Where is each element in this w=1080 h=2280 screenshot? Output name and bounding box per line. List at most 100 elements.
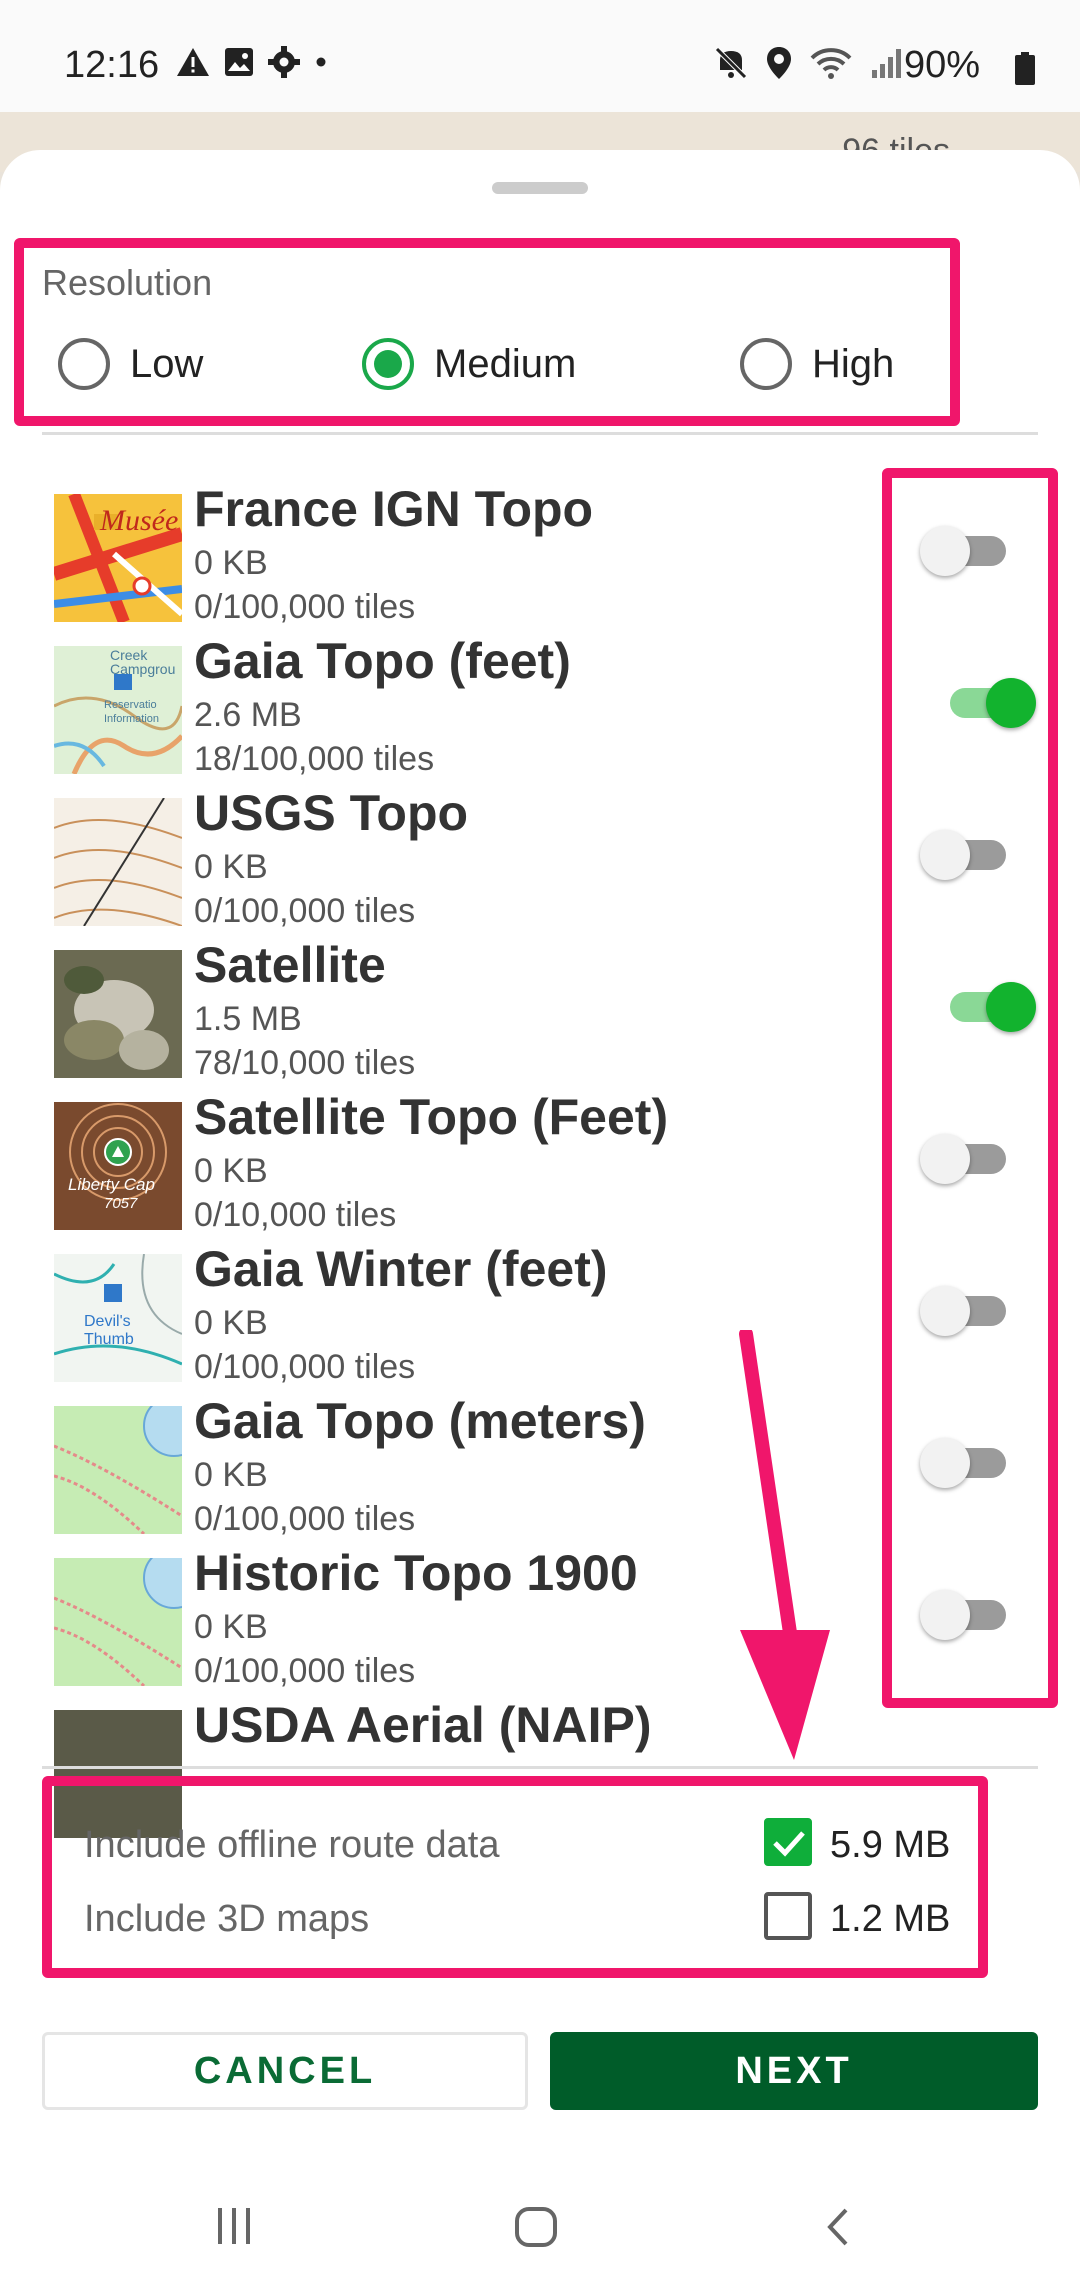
next-button[interactable]: NEXT xyxy=(550,2032,1038,2110)
layer-tiles: 0/100,000 tiles xyxy=(194,1652,416,1690)
thumb-label-elevation: 7057 xyxy=(104,1195,138,1212)
layer-size: 0 KB xyxy=(194,1456,268,1494)
resolution-high-label: High xyxy=(812,341,895,386)
layer-row-gaia-winter-feet: Devil's Thumb Gaia Winter (feet) 0 KB 0/1… xyxy=(0,1240,1080,1392)
layer-row-gaia-topo-meters: Gaia Topo (meters) 0 KB 0/100,000 tiles xyxy=(0,1392,1080,1544)
divider xyxy=(42,432,1038,435)
status-time: 12:16 xyxy=(64,44,160,86)
satellite-thumbnail xyxy=(54,950,182,1078)
layer-toggle-satellite-topo-feet[interactable] xyxy=(920,1128,1020,1188)
back-icon[interactable] xyxy=(822,2206,852,2248)
layer-row-usgs-topo: USGS Topo 0 KB 0/100,000 tiles xyxy=(0,784,1080,936)
usgs-topo-thumbnail xyxy=(54,798,182,926)
gear-icon xyxy=(268,46,300,78)
3d-maps-size: 1.2 MB xyxy=(830,1898,951,1940)
layer-size: 0 KB xyxy=(194,848,268,886)
warning-icon xyxy=(177,48,209,76)
battery-percent: 90% xyxy=(903,44,980,86)
usda-aerial-naip-thumbnail xyxy=(54,1710,182,1838)
layer-list[interactable]: Musée France IGN Topo 0 KB 0/100,000 til… xyxy=(0,480,1080,1870)
toggle-knob xyxy=(920,830,970,880)
layer-name: Historic Topo 1900 xyxy=(194,1545,638,1601)
resolution-low-radio[interactable]: Low xyxy=(58,338,203,390)
screen: 12:16 90% 96 tiles Resolution Low Medium xyxy=(0,0,1080,2280)
status-bar: 12:16 90% xyxy=(0,0,1080,112)
layer-tiles: 78/10,000 tiles xyxy=(194,1044,416,1082)
3d-maps-checkbox[interactable] xyxy=(764,1892,812,1940)
radio-on-icon xyxy=(362,338,414,390)
battery-icon xyxy=(1015,52,1035,85)
toggle-knob xyxy=(920,1438,970,1488)
layer-name: France IGN Topo xyxy=(194,481,594,537)
thumb-label-information: Information xyxy=(104,713,159,725)
checkmark-icon xyxy=(773,1831,805,1857)
layer-tiles: 0/10,000 tiles xyxy=(194,1196,397,1234)
layer-size: 0 KB xyxy=(194,1152,268,1190)
toggle-knob xyxy=(920,1286,970,1336)
gaia-topo-meters-thumbnail xyxy=(54,1406,182,1534)
signal-icon xyxy=(872,49,901,78)
3d-maps-label: Include 3D maps xyxy=(84,1898,370,1940)
offline-route-data-checkbox[interactable] xyxy=(764,1818,812,1866)
thumb-label-campground: Campgrou xyxy=(110,661,175,677)
layer-toggle-historic-topo-1900[interactable] xyxy=(920,1584,1020,1644)
thumb-label-musee: Musée xyxy=(99,504,178,537)
historic-topo-1900-thumbnail xyxy=(54,1558,182,1686)
layer-size: 0 KB xyxy=(194,1304,268,1342)
recents-icon[interactable] xyxy=(212,2206,256,2246)
thumb-label-devils: Devil's xyxy=(84,1313,131,1330)
layer-name: USDA Aerial (NAIP) xyxy=(194,1697,652,1753)
layer-toggle-gaia-topo-meters[interactable] xyxy=(920,1432,1020,1492)
dot-icon xyxy=(316,57,326,67)
navigation-bar xyxy=(0,2170,1080,2280)
toggle-knob xyxy=(920,1590,970,1640)
offline-route-data-size: 5.9 MB xyxy=(830,1824,951,1866)
layer-size: 0 KB xyxy=(194,1608,268,1646)
layer-row-gaia-topo-feet: Creek Campgrou Reservatio Information Gaia … xyxy=(0,632,1080,784)
layer-tiles: 0/100,000 tiles xyxy=(194,1348,416,1386)
toggle-knob xyxy=(986,678,1036,728)
layer-name: Gaia Topo (feet) xyxy=(194,633,571,689)
thumb-label-liberty-cap: Liberty Cap xyxy=(68,1175,155,1194)
layer-name: USGS Topo xyxy=(194,785,469,841)
cancel-button[interactable]: CANCEL xyxy=(42,2032,528,2110)
layer-tiles: 18/100,000 tiles xyxy=(194,740,435,778)
thumb-label-reservation: Reservatio xyxy=(104,699,157,711)
resolution-label: Resolution xyxy=(42,262,213,303)
offline-route-data-label: Include offline route data xyxy=(84,1824,500,1866)
resolution-medium-label: Medium xyxy=(434,341,577,386)
toggle-knob xyxy=(920,526,970,576)
france-ign-topo-thumbnail: Musée xyxy=(54,494,182,622)
radio-off-icon xyxy=(740,338,792,390)
resolution-high-radio[interactable]: High xyxy=(740,338,894,390)
download-sheet: Resolution Low Medium High Musée France … xyxy=(0,150,1080,2280)
layer-name: Gaia Topo (meters) xyxy=(194,1393,646,1449)
wifi-icon xyxy=(810,48,852,79)
layer-tiles: 0/100,000 tiles xyxy=(194,588,416,626)
thumb-label-thumb: Thumb xyxy=(84,1331,134,1348)
resolution-low-label: Low xyxy=(130,341,204,386)
image-icon xyxy=(225,48,253,76)
layer-toggle-usgs-topo[interactable] xyxy=(920,824,1020,884)
layer-row-satellite-topo-feet: Liberty Cap 7057 Satellite Topo (Feet) 0 … xyxy=(0,1088,1080,1240)
layer-toggle-satellite[interactable] xyxy=(940,976,1040,1036)
layer-tiles: 0/100,000 tiles xyxy=(194,1500,416,1538)
layer-name: Satellite xyxy=(194,937,386,993)
layer-row-france-ign-topo: Musée France IGN Topo 0 KB 0/100,000 til… xyxy=(0,480,1080,632)
layer-size: 1.5 MB xyxy=(194,1000,302,1038)
location-icon xyxy=(767,47,791,79)
home-icon[interactable] xyxy=(514,2206,558,2248)
layer-toggle-france-ign-topo[interactable] xyxy=(920,520,1020,580)
divider xyxy=(42,1766,1038,1769)
resolution-medium-radio[interactable]: Medium xyxy=(362,338,576,390)
drag-handle[interactable] xyxy=(492,182,588,194)
layer-tiles: 0/100,000 tiles xyxy=(194,892,416,930)
status-icons-left xyxy=(176,46,328,78)
layer-name: Gaia Winter (feet) xyxy=(194,1241,608,1297)
layer-toggle-gaia-topo-feet[interactable] xyxy=(940,672,1040,732)
layer-name: Satellite Topo (Feet) xyxy=(194,1089,669,1145)
satellite-topo-feet-thumbnail: Liberty Cap 7057 xyxy=(54,1102,182,1230)
layer-toggle-gaia-winter-feet[interactable] xyxy=(920,1280,1020,1340)
layer-row-satellite: Satellite 1.5 MB 78/10,000 tiles xyxy=(0,936,1080,1088)
layer-row-historic-topo-1900: Historic Topo 1900 0 KB 0/100,000 tiles xyxy=(0,1544,1080,1696)
